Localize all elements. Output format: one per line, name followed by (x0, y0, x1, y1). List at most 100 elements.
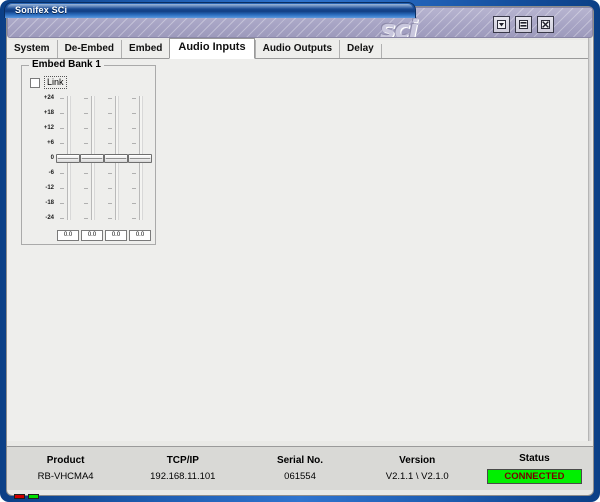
fader-tick (132, 173, 136, 174)
fader-tick (84, 203, 88, 204)
fader-tick (108, 98, 112, 99)
status-header-version: Version (399, 455, 436, 466)
title-bar[interactable]: Sonifex SCi (4, 2, 416, 18)
fader-tick (60, 143, 64, 144)
status-bar: Product RB-VHCMA4 TCP/IP 192.168.11.101 Seri… (7, 446, 593, 490)
tab-delay[interactable]: Delay (339, 40, 381, 58)
scale-label: -18 (45, 200, 54, 206)
fader-tick (60, 188, 64, 189)
fader-tick (60, 218, 64, 219)
status-header-serial-no: Serial No. (276, 455, 324, 466)
fader-area: +24 +18 +12 +6 0 -6 -12 -18 -24 0.0 0.0 0.0 0.0 (22, 94, 157, 246)
fader-tick (108, 218, 112, 219)
status-value-product: RB-VHCMA4 (37, 471, 94, 482)
fader-tick (132, 188, 136, 189)
fader-tick (84, 218, 88, 219)
fader-tick (60, 128, 64, 129)
maximize-icon (519, 20, 528, 29)
fader-tick (132, 218, 136, 219)
tab-audio-outputs[interactable]: Audio Outputs (254, 40, 340, 58)
status-col-serial-no: Serial No. 061554 (241, 447, 358, 490)
fader-tick (60, 173, 64, 174)
tab-audio-inputs[interactable]: Audio Inputs (169, 38, 255, 59)
window-title: Sonifex SCi (15, 5, 68, 15)
sci-logo: sci (380, 15, 418, 38)
scale-label: +18 (43, 110, 54, 116)
fader-tick (108, 188, 112, 189)
fader-tick (132, 143, 136, 144)
tab-embed[interactable]: Embed (121, 40, 170, 58)
fader-channel-1[interactable] (56, 94, 80, 222)
fader-tick (60, 113, 64, 114)
link-row: Link (30, 76, 67, 89)
title-bar-sheen (7, 4, 413, 9)
fader-tick (108, 203, 112, 204)
status-value-tcp-ip: 192.168.11.101 (150, 471, 216, 482)
fader-tick (60, 203, 64, 204)
fader-tick (84, 143, 88, 144)
tab-strip-filler (380, 44, 593, 58)
scale-label: +24 (43, 95, 54, 101)
fader-tick (108, 143, 112, 144)
minimize-button[interactable] (493, 16, 510, 33)
fader-handle[interactable] (80, 153, 104, 163)
status-header-status: Status (519, 453, 550, 464)
fader-tick (84, 173, 88, 174)
scale-label: +6 (47, 140, 54, 146)
fader-value-input[interactable]: 0.0 (129, 230, 151, 241)
fader-channel-2[interactable] (80, 94, 104, 222)
fader-tick (108, 128, 112, 129)
link-checkbox[interactable] (30, 77, 40, 88)
tab-de-embed[interactable]: De-Embed (56, 40, 122, 58)
fader-tick (132, 113, 136, 114)
right-edge-sliver (588, 38, 593, 441)
window-controls (493, 16, 554, 33)
minimize-icon (497, 20, 506, 29)
fader-tick (60, 98, 64, 99)
link-label[interactable]: Link (44, 76, 67, 89)
status-value-version: V2.1.1 \ V2.1.0 (385, 471, 449, 482)
status-col-tcp-ip: TCP/IP 192.168.11.101 (124, 447, 241, 490)
fader-tick (108, 173, 112, 174)
status-value-serial-no: 061554 (284, 471, 316, 482)
led-red (14, 494, 25, 499)
fader-channel-3[interactable] (104, 94, 128, 222)
tab-system[interactable]: System (7, 40, 57, 58)
scale-label: -12 (45, 185, 54, 191)
close-icon (541, 20, 550, 29)
fader-tick (132, 128, 136, 129)
fader-scale: +24 +18 +12 +6 0 -6 -12 -18 -24 (30, 94, 54, 222)
status-header-tcp-ip: TCP/IP (166, 455, 199, 466)
fader-tick (84, 98, 88, 99)
scale-label: -6 (48, 170, 54, 176)
fader-tick (132, 203, 136, 204)
fader-tick (84, 113, 88, 114)
fader-value-input[interactable]: 0.0 (81, 230, 103, 241)
led-indicators (14, 494, 39, 499)
status-badge: CONNECTED (487, 469, 582, 484)
fader-value-input[interactable]: 0.0 (57, 230, 79, 241)
status-col-product: Product RB-VHCMA4 (7, 447, 124, 490)
fader-group: 0.0 0.0 0.0 0.0 (56, 94, 154, 246)
embed-bank-groupbox: Embed Bank 1 Link +24 +18 +12 +6 0 -6 -12 -18 -2… (21, 59, 157, 246)
fader-handle[interactable] (128, 153, 152, 163)
status-col-status: Status CONNECTED (476, 447, 593, 490)
fader-tick (132, 98, 136, 99)
maximize-button[interactable] (515, 16, 532, 33)
status-header-product: Product (46, 455, 85, 466)
close-button[interactable] (537, 16, 554, 33)
tab-strip: System De-Embed Embed Audio Inputs Audio Out… (7, 38, 593, 59)
fader-tick (108, 113, 112, 114)
scale-label: 0 (50, 155, 54, 161)
scale-label: -24 (45, 215, 54, 221)
scale-label: +12 (43, 125, 54, 131)
fader-channel-4[interactable] (128, 94, 152, 222)
embed-bank-title: Embed Bank 1 (29, 59, 104, 71)
application-window: sci Sonifex SCi System De-Embed Embed Au… (0, 0, 600, 502)
fader-tick (84, 188, 88, 189)
fader-handle[interactable] (104, 153, 128, 163)
content-pane: Embed Bank 1 Link +24 +18 +12 +6 0 -6 -12 -18 -2… (7, 59, 593, 441)
led-green (28, 494, 39, 499)
fader-value-input[interactable]: 0.0 (105, 230, 127, 241)
fader-handle[interactable] (56, 153, 80, 163)
